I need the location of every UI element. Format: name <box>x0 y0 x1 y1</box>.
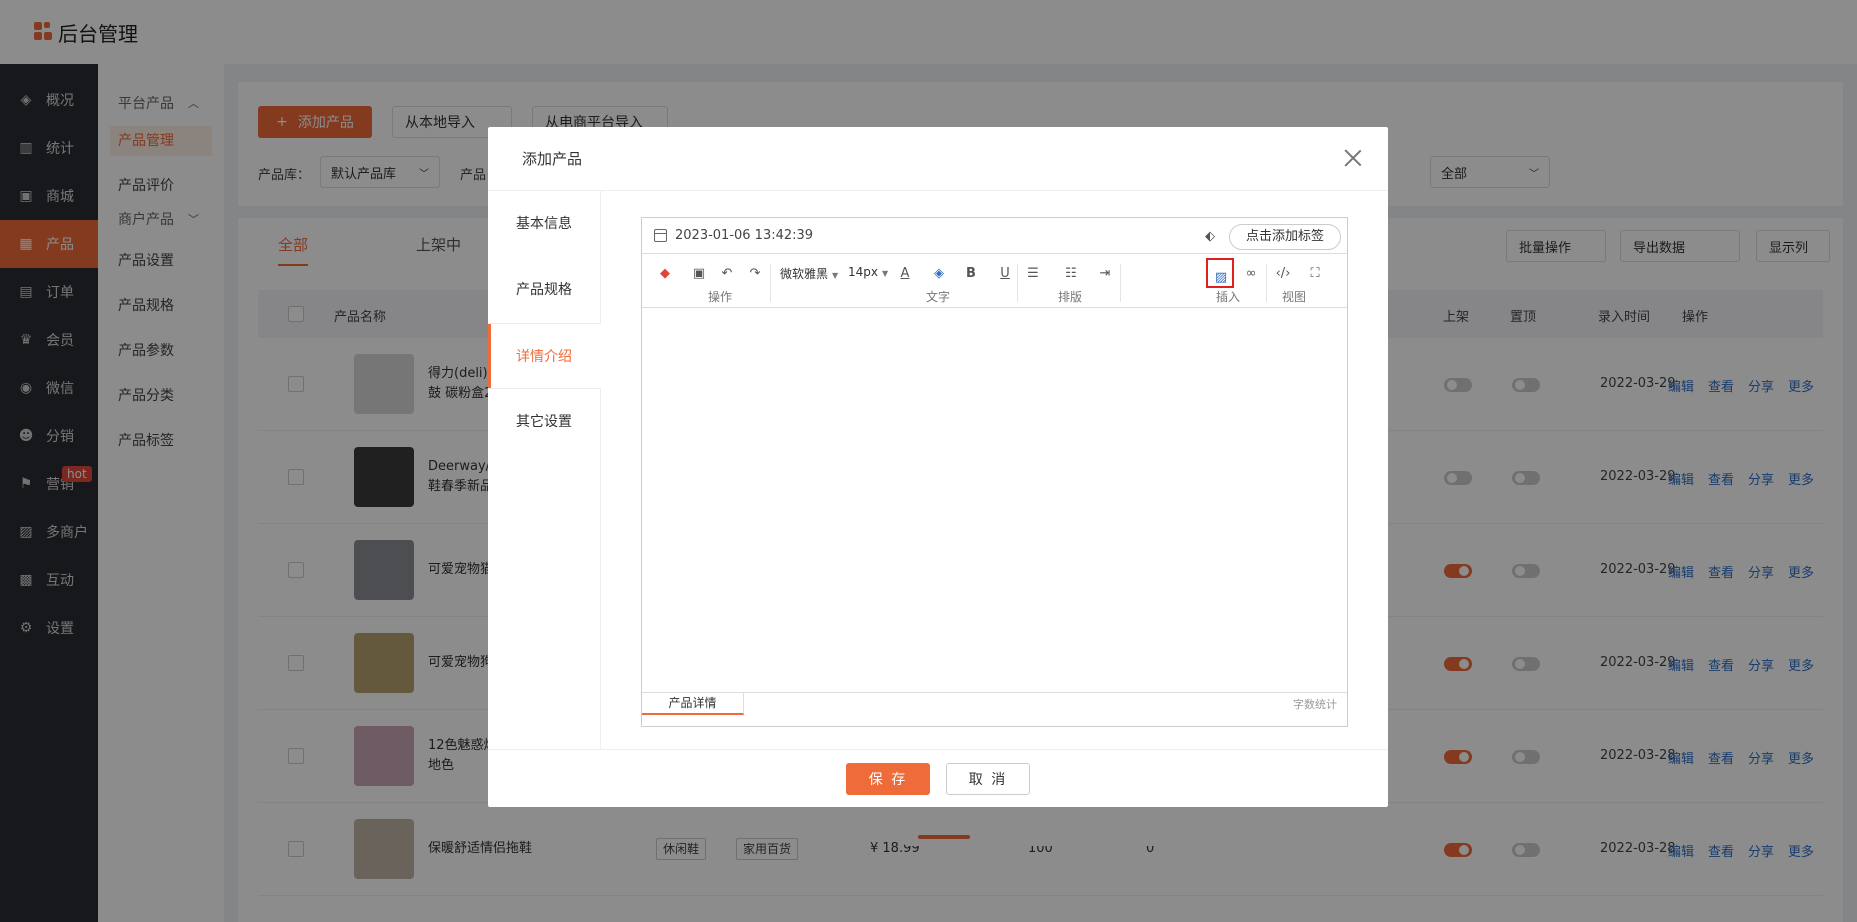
tag-icon: ⬖ <box>1205 229 1215 244</box>
align-icon[interactable]: ☰ <box>1022 264 1044 284</box>
toolbar-divider <box>1120 264 1121 302</box>
modal-tab-details[interactable]: 详情介绍 <box>488 323 601 389</box>
code-icon[interactable]: ‹/› <box>1272 264 1294 284</box>
editor-meta-bar: 2023-01-06 13:42:39 ⬖ 点击添加标签 <box>642 218 1347 254</box>
font-color-icon[interactable]: A <box>894 264 916 284</box>
underline-icon[interactable]: U <box>994 264 1016 284</box>
modal-header: 添加产品 <box>488 127 1388 191</box>
add-product-modal: 添加产品 基本信息 产品规格 详情介绍 其它设置 2023-01-06 13:4… <box>488 127 1388 807</box>
modal-tab-specs[interactable]: 产品规格 <box>488 257 600 323</box>
toolbar-group-label: 操作 <box>708 290 733 304</box>
calendar-icon <box>654 229 667 242</box>
word-count: 字数统计 <box>1293 698 1337 711</box>
toolbar-divider <box>1266 264 1267 302</box>
editor-tab-product-details[interactable]: 产品详情 <box>642 693 744 715</box>
redo-icon[interactable]: ↷ <box>744 264 766 284</box>
font-size-select[interactable]: 14px ▼ <box>848 265 888 279</box>
format-icon[interactable]: ▣ <box>688 264 710 284</box>
font-family-select[interactable]: 微软雅黑 ▼ <box>780 265 838 282</box>
modal-title: 添加产品 <box>522 150 583 168</box>
insert-image-highlight <box>1206 258 1234 288</box>
link-icon[interactable]: ∞ <box>1240 264 1262 284</box>
modal-tab-basic-info[interactable]: 基本信息 <box>488 191 600 257</box>
rich-text-editor: 2023-01-06 13:42:39 ⬖ 点击添加标签 ◆ ▣ ↶ ↷ 操作 … <box>641 217 1348 727</box>
font-size-value: 14px <box>848 265 878 279</box>
eraser-icon[interactable]: ◆ <box>654 264 676 284</box>
list-icon[interactable]: ☷ <box>1060 264 1082 284</box>
indent-icon[interactable]: ⇥ <box>1094 264 1116 284</box>
close-icon[interactable] <box>1344 149 1362 167</box>
editor-footer: 产品详情 字数统计 <box>642 693 1347 715</box>
save-button[interactable]: 保 存 <box>846 762 930 795</box>
editor-content-area[interactable] <box>642 308 1347 693</box>
modal-footer: 保 存 取 消 <box>488 749 1388 807</box>
cancel-button[interactable]: 取 消 <box>946 762 1030 795</box>
editor-toolbar: ◆ ▣ ↶ ↷ 操作 微软雅黑 ▼ 14px ▼ A ◈ B U 文字 ☰ ☷ ⇥ … <box>642 254 1347 308</box>
bold-icon[interactable]: B <box>960 264 982 284</box>
caret-down-icon: ▼ <box>832 271 839 280</box>
modal-side-tabs: 基本信息 产品规格 详情介绍 其它设置 <box>488 191 601 749</box>
toolbar-group-label: 视图 <box>1282 290 1307 304</box>
highlight-color-icon[interactable]: ◈ <box>928 264 950 284</box>
undo-icon[interactable]: ↶ <box>716 264 738 284</box>
toolbar-group-label: 文字 <box>926 290 951 304</box>
editor-datetime[interactable]: 2023-01-06 13:42:39 <box>675 228 813 243</box>
caret-down-icon: ▼ <box>882 269 889 278</box>
modal-tab-other-settings[interactable]: 其它设置 <box>488 389 600 455</box>
toolbar-group-label: 排版 <box>1058 290 1083 304</box>
toolbar-group-label: 插入 <box>1216 290 1241 304</box>
fullscreen-icon[interactable]: ⛶ <box>1304 264 1326 284</box>
font-family-value: 微软雅黑 <box>780 267 829 281</box>
toolbar-divider <box>770 264 771 302</box>
toolbar-divider <box>1017 264 1018 302</box>
add-tag-button[interactable]: 点击添加标签 <box>1228 224 1341 250</box>
